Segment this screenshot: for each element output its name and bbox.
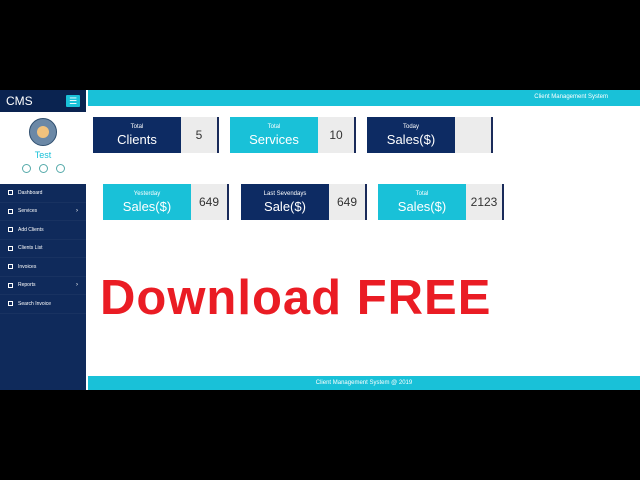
card-label: Total Clients [93, 117, 181, 153]
user-name: Test [34, 150, 52, 160]
card-caption: Yesterday [133, 190, 161, 197]
card-value: 649 [191, 184, 229, 220]
avatar[interactable] [29, 118, 57, 146]
sidebar-item-services[interactable]: Services › [0, 203, 86, 221]
sidebar-item-label: Services [18, 208, 38, 215]
sidebar: CMS ☰ Test Dashboard Services › Add Clien… [0, 90, 86, 390]
card-caption: Today [402, 123, 419, 130]
menu-toggle-button[interactable]: ☰ [66, 95, 80, 107]
list-icon [8, 245, 13, 251]
card-label: Total Services [230, 117, 318, 153]
search-icon [8, 301, 13, 307]
system-title: Client Management System [534, 94, 608, 100]
chevron-right-icon: › [76, 207, 78, 214]
brand-name: CMS [6, 94, 33, 108]
sidebar-item-clients-list[interactable]: Clients List [0, 240, 86, 258]
card-label: Yesterday Sales($) [103, 184, 191, 220]
sidebar-item-label: Dashboard [18, 189, 43, 196]
card-value: 649 [329, 184, 367, 220]
user-profile: Test [0, 112, 86, 184]
sidebar-item-invoices[interactable]: Invoices [0, 258, 86, 277]
power-icon[interactable] [55, 164, 65, 173]
card-label: Last Sevendays Sale($) [241, 184, 329, 220]
card-caption: Total [415, 190, 429, 197]
card-value [455, 117, 493, 153]
avatar-face-icon [37, 126, 49, 138]
card-label: Today Sales($) [367, 117, 455, 153]
sidebar-item-label: Search Invoice [18, 300, 52, 307]
card-value: 5 [181, 117, 219, 153]
profile-actions [21, 164, 65, 173]
card-caption: Total [130, 123, 144, 130]
card-title: Sales($) [122, 198, 172, 214]
card-title: Services [249, 131, 299, 147]
card-title: Clients [117, 131, 157, 147]
footer: Client Management System @ 2019 [88, 376, 640, 390]
card-yesterday-sales[interactable]: Yesterday Sales($) 649 [103, 184, 229, 220]
reports-icon [8, 282, 13, 288]
sidebar-item-label: Invoices [18, 263, 37, 270]
card-total-clients[interactable]: Total Clients 5 [93, 117, 219, 153]
download-free-banner: Download FREE [100, 271, 492, 325]
card-label: Total Sales($) [378, 184, 466, 220]
sidebar-item-search-invoice[interactable]: Search Invoice [0, 295, 86, 314]
card-today-sales[interactable]: Today Sales($) [367, 117, 493, 153]
sidebar-item-label: Reports [18, 282, 36, 289]
sidebar-header: CMS ☰ [0, 90, 86, 112]
sidebar-nav: Dashboard Services › Add Clients Clients … [0, 184, 86, 314]
card-value: 2123 [466, 184, 504, 220]
card-title: Sale($) [264, 198, 306, 214]
invoice-icon [8, 264, 13, 270]
sidebar-item-add-clients[interactable]: Add Clients [0, 221, 86, 240]
sidebar-item-label: Clients List [18, 245, 43, 252]
dashboard-icon [8, 190, 13, 196]
hamburger-icon: ☰ [68, 95, 78, 106]
sidebar-item-label: Add Clients [18, 226, 44, 233]
topbar: Client Management System [88, 90, 640, 106]
sidebar-item-dashboard[interactable]: Dashboard [0, 184, 86, 203]
card-total-sales[interactable]: Total Sales($) 2123 [378, 184, 504, 220]
chevron-right-icon: › [76, 281, 78, 288]
card-caption: Last Sevendays [263, 190, 307, 197]
services-icon [8, 208, 13, 214]
user-icon[interactable] [21, 164, 31, 173]
sidebar-item-reports[interactable]: Reports › [0, 277, 86, 295]
card-title: Sales($) [386, 131, 436, 147]
card-caption: Total [267, 123, 281, 130]
card-title: Sales($) [397, 198, 447, 214]
card-value: 10 [318, 117, 356, 153]
add-user-icon [8, 227, 13, 233]
app-screen: CMS ☰ Test Dashboard Services › Add Clien… [0, 90, 640, 390]
card-last-sevendays-sale[interactable]: Last Sevendays Sale($) 649 [241, 184, 367, 220]
card-total-services[interactable]: Total Services 10 [230, 117, 356, 153]
settings-icon[interactable] [38, 164, 48, 173]
